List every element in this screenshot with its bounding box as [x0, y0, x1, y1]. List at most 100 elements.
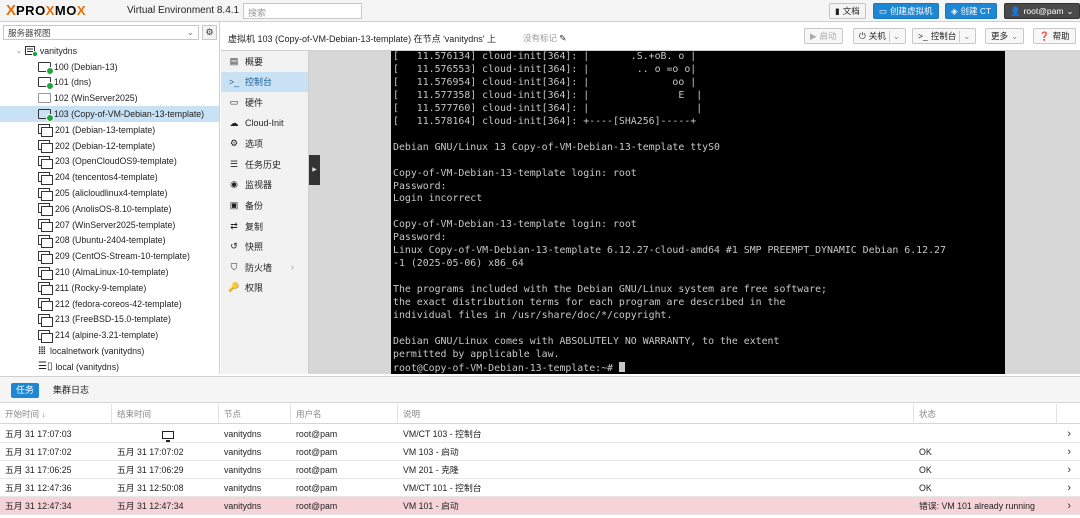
snapshots-icon: ↺ [230, 241, 238, 252]
tree-item[interactable]: 100 (Debian-13) [0, 59, 219, 75]
tree-item-label: 210 (AlmaLinux-10-template) [55, 267, 169, 278]
chevron-right-icon[interactable]: › [1067, 497, 1071, 515]
running-monitor-icon [162, 430, 174, 442]
menu-item-snapshots[interactable]: ↺ 快照 [221, 236, 308, 257]
cell-desc: VM 101 - 启动 [403, 501, 459, 511]
network-icon: ⁞⁞⁞ [38, 345, 46, 357]
terminal-screen[interactable]: [ 11.576134] cloud-init[364]: | .S.+oB. … [391, 51, 1005, 374]
vm-running-icon [38, 109, 54, 123]
table-row[interactable]: 五月 31 17:07:03 vanitydns root@pam VM/CT 103… [0, 425, 1080, 443]
start-button[interactable]: ▶ 启动 [804, 28, 843, 44]
menu-item-label: 硬件 [245, 97, 264, 108]
col-status[interactable]: 状态 [914, 404, 1057, 424]
col-node[interactable]: 节点 [219, 404, 291, 424]
tree-item[interactable]: 203 (OpenCloudOS9-template) [0, 154, 219, 170]
node-icon [24, 45, 38, 57]
console-button[interactable]: >_ 控制台 ⌄ [912, 28, 977, 44]
user-menu-button[interactable]: 👤 root@pam ⌄ [1004, 3, 1080, 19]
tree-item[interactable]: 209 (CentOS-Stream-10-template) [0, 248, 219, 264]
tree-item[interactable]: ⁞⁞⁞ localnetwork (vanitydns) [0, 343, 219, 359]
menu-item-replication[interactable]: ⇄ 复制 [221, 216, 308, 237]
chevron-right-icon[interactable]: › [1067, 461, 1071, 479]
tab-tasks[interactable]: 任务 [11, 383, 40, 398]
menu-item-console[interactable]: >_ 控制台 [221, 71, 308, 93]
search-input[interactable]: 搜索 [243, 3, 362, 19]
col-user[interactable]: 用户名 [291, 404, 398, 424]
table-row[interactable]: 五月 31 12:47:34 五月 31 12:47:34 vanitydns roo… [0, 497, 1080, 515]
tree-item[interactable]: 103 (Copy-of-VM-Debian-13-template) [0, 106, 219, 123]
tree-item[interactable]: ☰▯ local (vanitydns) [0, 359, 219, 375]
proxmox-logo[interactable]: X PROXMOX [6, 3, 86, 19]
tree-node-vanitydns[interactable]: ⌄ vanitydns [0, 43, 219, 59]
chevron-right-icon[interactable]: › [1067, 479, 1071, 497]
template-icon [38, 171, 53, 185]
cell-end: 五月 31 17:07:02 [117, 447, 184, 457]
cell-node: vanitydns [224, 501, 262, 511]
col-start-time[interactable]: 开始时间 ↓ [0, 404, 112, 424]
menu-item-backup[interactable]: ▣ 备份 [221, 195, 308, 216]
tree-item[interactable]: 214 (alpine-3.21-template) [0, 327, 219, 343]
tree-item[interactable]: 204 (tencentos4-template) [0, 169, 219, 185]
tree-item[interactable]: 211 (Rocky-9-template) [0, 280, 219, 296]
more-button[interactable]: 更多 ⌄ [985, 28, 1025, 44]
monitor-icon: ▭ [879, 5, 888, 16]
vm-stopped-icon [38, 93, 51, 104]
table-row[interactable]: 五月 31 17:06:25 五月 31 17:06:29 vanitydns roo… [0, 461, 1080, 479]
shutdown-button[interactable]: ⏻ 关机 ⌄ [853, 28, 906, 44]
storage-icon: ☰▯ [38, 361, 53, 373]
chevron-right-icon[interactable]: › [1067, 425, 1071, 443]
table-row[interactable]: 五月 31 17:07:02 五月 31 17:07:02 vanitydns roo… [0, 443, 1080, 461]
tree-item-label: localnetwork (vanitydns) [50, 346, 145, 357]
cell-desc: VM/CT 103 - 控制台 [403, 429, 482, 439]
tree-item[interactable]: 101 (dns) [0, 75, 219, 91]
log-tabs: 任务 集群日志 [0, 377, 1080, 403]
terminal-text: [ 11.576134] cloud-init[364]: | .S.+oB. … [393, 51, 946, 374]
create-ct-button[interactable]: ◈ 创建 CT [945, 3, 998, 19]
tree-item-label: 207 (WinServer2025-template) [55, 219, 176, 230]
tags-field[interactable]: 没有标记 ✎ [523, 32, 567, 44]
cell-status: OK [919, 465, 932, 475]
col-end-time[interactable]: 结束时间 [112, 404, 219, 424]
tree-item[interactable]: 213 (FreeBSD-15.0-template) [0, 312, 219, 328]
create-vm-button[interactable]: ▭ 创建虚拟机 [873, 3, 939, 19]
help-button[interactable]: ❓ 帮助 [1033, 28, 1076, 44]
menu-item-permissions[interactable]: 🔑 权限 [221, 278, 308, 299]
template-icon [38, 219, 53, 233]
docs-button[interactable]: ▮ 文档 [829, 3, 866, 19]
tree-item[interactable]: 210 (AlmaLinux-10-template) [0, 264, 219, 280]
menu-item-options[interactable]: ⚙ 选项 [221, 133, 308, 154]
product-version: Virtual Environment 8.4.1 [127, 5, 240, 16]
tree-item[interactable]: 208 (Ubuntu-2404-template) [0, 233, 219, 249]
tree-item[interactable]: 212 (fedora-coreos-42-template) [0, 296, 219, 312]
monitor-icon: ◉ [230, 179, 238, 190]
tree-item[interactable]: 205 (alicloudlinux4-template) [0, 185, 219, 201]
col-description[interactable]: 说明 [398, 404, 914, 424]
cell-desc: VM 103 - 启动 [403, 447, 459, 457]
menu-item-monitor[interactable]: ◉ 监视器 [221, 175, 308, 196]
tree-item[interactable]: 206 (AnolisOS-8.10-template) [0, 201, 219, 217]
cell-desc: VM/CT 101 - 控制台 [403, 483, 482, 493]
cell-user: root@pam [296, 429, 338, 439]
chevron-right-icon[interactable]: › [1067, 443, 1071, 461]
table-row[interactable]: 五月 31 12:47:36 五月 31 12:50:08 vanitydns roo… [0, 479, 1080, 497]
template-icon [38, 234, 53, 248]
cell-status: OK [919, 483, 932, 493]
tree-item[interactable]: 201 (Debian-13-template) [0, 122, 219, 138]
console-sidebar-toggle[interactable]: ▶ [309, 155, 320, 185]
menu-item-hardware[interactable]: ▭ 硬件 [221, 92, 308, 113]
tab-cluster-log[interactable]: 集群日志 [48, 383, 94, 398]
menu-item-cloud-init[interactable]: ☁ Cloud-Init [221, 113, 308, 134]
view-selector[interactable]: 服务器视图 ⌄ [3, 25, 199, 40]
tree-item[interactable]: 102 (WinServer2025) [0, 90, 219, 106]
chevron-down-icon: ⌄ [888, 30, 900, 42]
pencil-icon: ✎ [559, 33, 567, 43]
menu-item-firewall[interactable]: ⛉ 防火墙 › [221, 257, 308, 278]
cell-end: 五月 31 12:47:34 [117, 501, 184, 511]
tree-item-label: 205 (alicloudlinux4-template) [55, 188, 168, 199]
tree-item[interactable]: 207 (WinServer2025-template) [0, 217, 219, 233]
menu-item-task-history[interactable]: ☰ 任务历史 [221, 154, 308, 175]
menu-item-summary[interactable]: ▤ 概要 [221, 51, 308, 72]
task-table-header: 开始时间 ↓ 结束时间 节点 用户名 说明 状态 [0, 404, 1080, 424]
tree-item[interactable]: 202 (Debian-12-template) [0, 138, 219, 154]
gear-icon[interactable]: ⚙ [202, 25, 217, 40]
